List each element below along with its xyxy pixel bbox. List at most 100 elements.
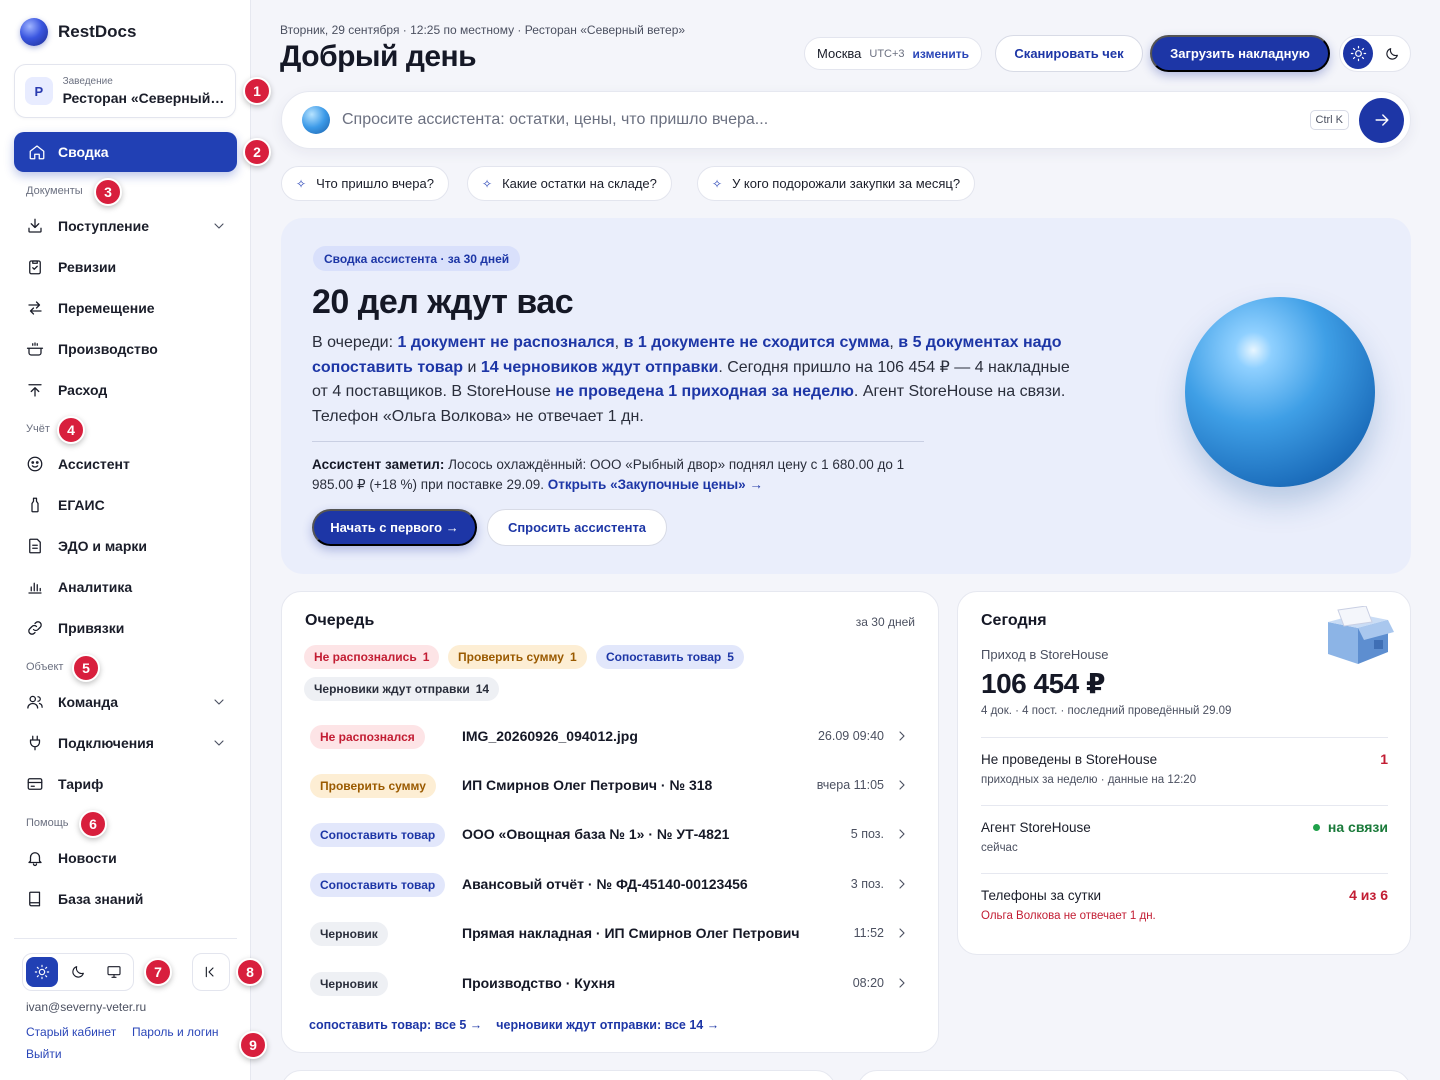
queue-row[interactable]: Сопоставить товар ООО «Овощная база № 1»… bbox=[302, 815, 920, 855]
ask-assistant-button[interactable]: Спросить ассистента bbox=[487, 509, 667, 546]
match-goods-all-link[interactable]: сопоставить товар: все 5 → bbox=[309, 1018, 482, 1032]
old-cabinet-link[interactable]: Старый кабинет bbox=[26, 1025, 116, 1039]
chevron-down-icon[interactable] bbox=[211, 218, 227, 237]
sidebar-item-label: Подключения bbox=[58, 735, 154, 751]
annotation-badge: 3 bbox=[94, 178, 122, 206]
assistant-icon bbox=[26, 455, 44, 473]
annotation-badge: 4 bbox=[57, 416, 85, 444]
system-theme-button[interactable] bbox=[98, 957, 130, 987]
document-meta: 26.09 09:40 bbox=[817, 729, 884, 743]
sidebar-item-label: Производство bbox=[58, 341, 158, 357]
sidebar-item-news[interactable]: Новости bbox=[14, 840, 237, 876]
inbox-download-icon bbox=[26, 217, 44, 235]
today-row-phones[interactable]: Телефоны за сутки Ольга Волкова не отвеч… bbox=[981, 873, 1388, 941]
sidebar-item-connections[interactable]: Подключения bbox=[14, 725, 237, 761]
sidebar-item-label: Ревизии bbox=[58, 259, 117, 275]
queue-row[interactable]: Черновик Прямая накладная · ИП Смирнов О… bbox=[302, 914, 920, 954]
sidebar-item-knowledge[interactable]: База знаний bbox=[14, 881, 237, 917]
summary-link-drafts[interactable]: 14 черновиков ждут отправки bbox=[481, 359, 718, 376]
document-meta: 3 поз. bbox=[850, 877, 884, 891]
sidebar-item-assistant[interactable]: Ассистент bbox=[14, 446, 237, 482]
logout-link[interactable]: Выйти bbox=[26, 1047, 62, 1061]
scan-receipt-button[interactable]: Сканировать чек bbox=[995, 35, 1143, 72]
sidebar-item-audits[interactable]: Ревизии bbox=[14, 249, 237, 285]
send-button[interactable] bbox=[1359, 97, 1404, 143]
lower-card bbox=[857, 1070, 1411, 1080]
book-icon bbox=[26, 890, 44, 908]
upload-invoice-button[interactable]: Загрузить накладную bbox=[1150, 35, 1330, 72]
suggestion-chip[interactable]: ✧ У кого подорожали закупки за месяц? bbox=[697, 166, 976, 201]
filter-label: Сопоставить товар bbox=[606, 650, 722, 664]
sidebar-item-analytics[interactable]: Аналитика bbox=[14, 569, 237, 605]
purchase-prices-link[interactable]: Открыть «Закупочные цены» → bbox=[548, 477, 763, 492]
sidebar-divider bbox=[14, 938, 237, 939]
plug-icon bbox=[26, 734, 44, 752]
summary-link-unrecognized[interactable]: 1 документ не распознался bbox=[398, 334, 615, 351]
sidebar-item-bindings[interactable]: Привязки bbox=[14, 610, 237, 646]
today-row-agent[interactable]: Агент StoreHouse сейчас на связи bbox=[981, 805, 1388, 873]
status-badge: Черновик bbox=[310, 922, 388, 946]
start-first-button[interactable]: Начать с первого → bbox=[312, 509, 477, 546]
sidebar-item-edo[interactable]: ЭДО и марки bbox=[14, 528, 237, 564]
annotation-badge: 9 bbox=[239, 1031, 267, 1059]
status-dot bbox=[1312, 823, 1320, 831]
sidebar-item-transfer[interactable]: Перемещение bbox=[14, 290, 237, 326]
dark-mode-button[interactable] bbox=[1377, 38, 1407, 69]
section-object: Объект bbox=[26, 661, 64, 673]
status-badge: Не распознался bbox=[310, 725, 425, 749]
document-meta: 08:20 bbox=[852, 976, 884, 990]
sidebar-item-summary[interactable]: Сводка bbox=[14, 132, 237, 172]
chevron-down-icon[interactable] bbox=[211, 735, 227, 754]
summary-text: В очереди: 1 документ не распознался, в … bbox=[312, 331, 1072, 429]
status-badge: Проверить сумму bbox=[310, 774, 436, 798]
summary-title: 20 дел ждут вас bbox=[312, 283, 574, 321]
pot-icon bbox=[26, 340, 44, 358]
brand-logo bbox=[20, 18, 48, 46]
sidebar-item-team[interactable]: Команда bbox=[14, 684, 237, 720]
dark-theme-button[interactable] bbox=[62, 957, 94, 987]
suggestion-chip[interactable]: ✧ Какие остатки на складе? bbox=[467, 166, 672, 201]
assistant-search-input[interactable]: Спросите ассистента: остатки, цены, что … bbox=[342, 111, 1310, 129]
assistant-note: Ассистент заметил: Лосось охлаждённый: О… bbox=[312, 455, 932, 495]
queue-row[interactable]: Не распознался IMG_20260926_094012.jpg 2… bbox=[302, 717, 920, 757]
document-meta: 11:52 bbox=[853, 926, 884, 940]
lower-card bbox=[281, 1070, 836, 1080]
moon-icon bbox=[1384, 46, 1400, 62]
password-link[interactable]: Пароль и логин bbox=[132, 1025, 219, 1039]
sparkle-icon: ✧ bbox=[712, 176, 723, 191]
queue-row[interactable]: Проверить сумму ИП Смирнов Олег Петрович… bbox=[302, 766, 920, 806]
today-row-not-posted[interactable]: Не проведены в StoreHouse приходных за н… bbox=[981, 737, 1388, 805]
sidebar-item-tariff[interactable]: Тариф bbox=[14, 766, 237, 802]
suggestion-chip[interactable]: ✧ Что пришло вчера? bbox=[281, 166, 449, 201]
drafts-all-link[interactable]: черновики ждут отправки: все 14 → bbox=[496, 1018, 719, 1032]
document-meta: 5 поз. bbox=[850, 827, 884, 841]
sidebar-item-egais[interactable]: ЕГАИС bbox=[14, 487, 237, 523]
summary-link-sum-mismatch[interactable]: в 1 документе не сходится сумма bbox=[624, 334, 890, 351]
mode-toggle bbox=[1339, 35, 1411, 72]
collapse-sidebar-button[interactable] bbox=[192, 953, 230, 991]
sidebar-item-label: Поступление bbox=[58, 218, 150, 234]
brand[interactable]: RestDocs bbox=[20, 18, 136, 46]
sidebar-item-expense[interactable]: Расход bbox=[14, 372, 237, 408]
filter-drafts[interactable]: Черновики ждут отправки 14 bbox=[304, 677, 500, 701]
summary-link-not-posted[interactable]: не проведена 1 приходная за неделю bbox=[555, 383, 854, 400]
queue-row[interactable]: Черновик Производство · Кухня 08:20 bbox=[302, 964, 920, 1004]
filter-match-goods[interactable]: Сопоставить товар 5 bbox=[596, 645, 744, 669]
date-line: Вторник, 29 сентября · 12:25 по местному… bbox=[280, 23, 686, 37]
light-mode-button[interactable] bbox=[1343, 38, 1373, 69]
sidebar-item-production[interactable]: Производство bbox=[14, 331, 237, 367]
sidebar-item-label: Ассистент bbox=[58, 456, 130, 472]
queue-row[interactable]: Сопоставить товар Авансовый отчёт · № ФД… bbox=[302, 865, 920, 905]
filter-unrecognized[interactable]: Не распознались 1 bbox=[304, 645, 440, 669]
chevron-down-icon[interactable] bbox=[211, 694, 227, 713]
venue-selector[interactable]: Р Заведение Ресторан «Северный ветер» bbox=[14, 64, 236, 118]
suggestion-chip-label: У кого подорожали закупки за месяц? bbox=[732, 176, 961, 191]
assistant-search-bar[interactable]: Спросите ассистента: остатки, цены, что … bbox=[281, 91, 1411, 149]
timezone-change-link[interactable]: изменить bbox=[913, 47, 969, 61]
filter-check-sum[interactable]: Проверить сумму 1 bbox=[448, 645, 587, 669]
light-theme-button[interactable] bbox=[26, 957, 58, 987]
card-icon bbox=[26, 775, 44, 793]
sidebar-item-label: Привязки bbox=[58, 620, 125, 636]
sparkle-icon: ✧ bbox=[296, 176, 307, 191]
sidebar-item-receipt[interactable]: Поступление bbox=[14, 208, 237, 244]
